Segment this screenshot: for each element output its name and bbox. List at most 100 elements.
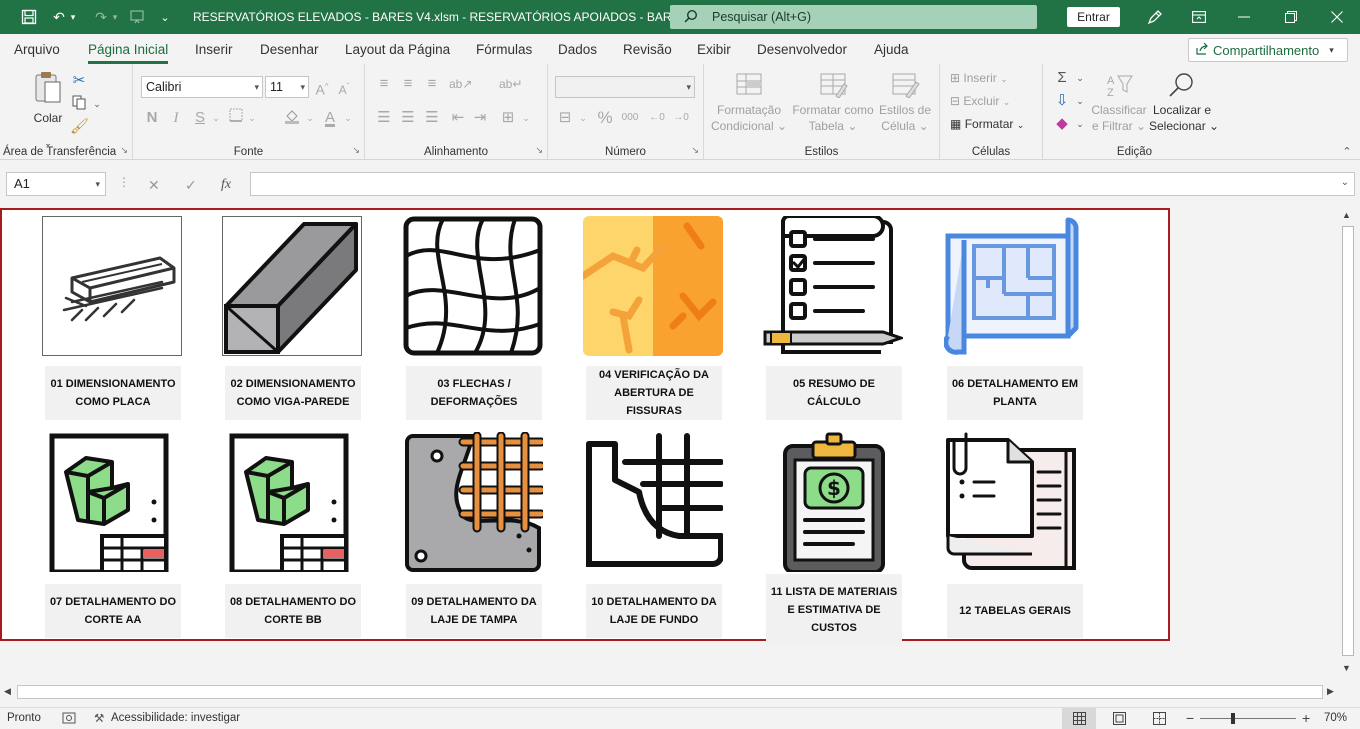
scroll-thumb[interactable] <box>1342 226 1354 656</box>
align-bottom-icon[interactable]: ≡ <box>423 74 441 94</box>
clear-dropdown-icon[interactable]: ⌄ <box>1071 114 1089 134</box>
conditional-formatting-button[interactable]: Formatação Condicional ⌄ <box>710 72 788 134</box>
autosum-dropdown-icon[interactable]: ⌄ <box>1071 68 1089 88</box>
find-select-button[interactable]: Localizar e Selecionar ⌄ <box>1149 72 1219 134</box>
decrease-indent-icon[interactable]: ⇤ <box>449 108 467 128</box>
tab-desenvolvedor[interactable]: Desenvolvedor <box>757 42 847 57</box>
fill-color-dropdown-icon[interactable]: ⌄ <box>301 108 319 128</box>
font-launcher-icon[interactable]: ↘ <box>352 145 360 156</box>
fill-icon[interactable]: ⇩ <box>1053 91 1071 111</box>
orientation-icon[interactable]: ab↗ <box>449 74 472 94</box>
italic-button[interactable]: I <box>167 108 185 128</box>
merge-center-icon[interactable]: ⊞ <box>499 108 517 128</box>
zoom-level[interactable]: 70% <box>1324 712 1347 724</box>
font-color-icon[interactable]: A <box>321 108 339 128</box>
accessibility-status[interactable]: Acessibilidade: investigar <box>111 712 240 724</box>
tab-ajuda[interactable]: Ajuda <box>874 42 909 57</box>
increase-decimal-icon[interactable]: ←0 <box>648 108 666 128</box>
ribbon-display-icon[interactable] <box>1186 0 1212 34</box>
align-right-icon[interactable]: ☰ <box>423 108 441 128</box>
undo-dropdown-icon[interactable]: ▾ <box>66 0 80 34</box>
delete-cells-button[interactable]: ⊟ Excluir ⌄ <box>950 93 1010 110</box>
currency-dropdown-icon[interactable]: ⌄ <box>574 108 592 128</box>
insert-cells-button[interactable]: ⊞ Inserir ⌄ <box>950 70 1008 87</box>
align-top-icon[interactable]: ≡ <box>375 74 393 94</box>
merge-dropdown-icon[interactable]: ⌄ <box>517 108 535 128</box>
currency-icon[interactable]: ⊟ <box>556 108 574 128</box>
normal-view-button[interactable] <box>1062 708 1096 729</box>
signin-button[interactable]: Entrar <box>1067 7 1120 27</box>
clipboard-launcher-icon[interactable]: ↘ <box>120 145 128 156</box>
number-format-select[interactable]: ▾ <box>555 76 695 98</box>
scroll-up-icon[interactable]: ▲ <box>1342 210 1351 220</box>
thousands-button[interactable]: 000 <box>618 108 642 128</box>
cancel-icon[interactable]: ✕ <box>148 177 160 194</box>
grow-font-icon[interactable]: A^ <box>313 77 331 98</box>
borders-dropdown-icon[interactable]: ⌄ <box>243 108 261 128</box>
tab-layout-da-pagina[interactable]: Layout da Página <box>345 42 450 57</box>
zoom-in-icon[interactable]: + <box>1302 710 1310 726</box>
collapse-ribbon-icon[interactable]: ⌃ <box>1338 142 1356 162</box>
bold-button[interactable]: N <box>143 108 161 128</box>
sort-filter-button[interactable]: AZ Classificar e Filtrar ⌄ <box>1089 72 1149 134</box>
font-name-select[interactable]: Calibri ▾ <box>141 76 263 98</box>
tab-dados[interactable]: Dados <box>558 42 597 57</box>
tab-arquivo[interactable]: Arquivo <box>14 42 60 57</box>
underline-dropdown-icon[interactable]: ⌄ <box>207 108 225 128</box>
restore-icon[interactable] <box>1278 0 1304 34</box>
search-input[interactable]: Pesquisar (Alt+G) <box>670 5 1037 29</box>
format-as-table-button[interactable]: Formatar como Tabela ⌄ <box>790 72 876 134</box>
accessibility-icon[interactable]: ⚒ <box>94 711 104 725</box>
increase-indent-icon[interactable]: ⇥ <box>471 108 489 128</box>
cut-icon[interactable]: ✂ <box>70 71 88 91</box>
align-left-icon[interactable]: ☰ <box>375 108 393 128</box>
wrap-text-icon[interactable]: ab↵ <box>499 74 522 94</box>
format-cells-button[interactable]: ▦ Formatar ⌄ <box>950 116 1024 133</box>
fill-dropdown-icon[interactable]: ⌄ <box>1071 91 1089 111</box>
copy-icon[interactable] <box>70 94 88 114</box>
minimize-icon[interactable] <box>1231 0 1257 34</box>
align-middle-icon[interactable]: ≡ <box>399 74 417 94</box>
tab-pagina-inicial[interactable]: Página Inicial <box>88 42 169 64</box>
font-size-select[interactable]: 11 ▾ <box>265 76 309 98</box>
clear-icon[interactable]: ◆ <box>1053 114 1071 134</box>
shrink-font-icon[interactable]: Aˇ <box>335 77 353 97</box>
tab-exibir[interactable]: Exibir <box>697 42 731 57</box>
number-launcher-icon[interactable]: ↘ <box>691 145 699 156</box>
vertical-scrollbar[interactable]: ▲ ▼ <box>1338 208 1360 678</box>
scroll-right-icon[interactable]: ▶ <box>1327 686 1334 697</box>
name-box[interactable]: A1 ▾ <box>6 172 106 196</box>
alignment-launcher-icon[interactable]: ↘ <box>535 145 543 156</box>
save-icon[interactable] <box>16 0 42 34</box>
insert-function-button[interactable]: fx <box>221 177 231 193</box>
align-center-icon[interactable]: ☰ <box>399 108 417 128</box>
page-layout-view-icon[interactable] <box>1113 712 1126 728</box>
scroll-down-icon[interactable]: ▼ <box>1342 663 1351 673</box>
copy-dropdown-icon[interactable]: ⌄ <box>88 94 106 114</box>
designer-pen-icon[interactable] <box>1142 0 1168 34</box>
zoom-slider[interactable] <box>1200 718 1296 719</box>
close-icon[interactable] <box>1324 0 1350 34</box>
autosum-icon[interactable]: Σ <box>1053 68 1071 88</box>
touch-mode-icon[interactable] <box>124 0 150 34</box>
decrease-decimal-icon[interactable]: →0 <box>672 108 690 128</box>
tab-desenhar[interactable]: Desenhar <box>260 42 319 57</box>
cell-styles-button[interactable]: Estilos de Célula ⌄ <box>876 72 934 134</box>
format-painter-icon[interactable]: 🖌 <box>70 117 89 137</box>
formula-input[interactable]: ⌄ <box>250 172 1355 196</box>
scroll-left-icon[interactable]: ◀ <box>4 686 11 697</box>
zoom-out-icon[interactable]: − <box>1186 710 1194 726</box>
expand-formula-icon[interactable]: ⌄ <box>1341 177 1349 188</box>
customize-toolbar-icon[interactable]: ⌄ <box>152 0 178 34</box>
paste-button[interactable]: Colar <box>30 70 66 126</box>
scroll-track[interactable] <box>17 685 1323 699</box>
share-button[interactable]: Compartilhamento ▾ <box>1188 38 1348 62</box>
enter-icon[interactable]: ✓ <box>185 177 197 194</box>
horizontal-scrollbar[interactable]: ◀ ▶ <box>0 684 1340 701</box>
tab-revisao[interactable]: Revisão <box>623 42 672 57</box>
font-color-dropdown-icon[interactable]: ⌄ <box>339 108 357 128</box>
percent-button[interactable]: % <box>596 108 614 128</box>
tab-inserir[interactable]: Inserir <box>195 42 233 57</box>
fill-color-icon[interactable] <box>283 108 301 128</box>
redo-dropdown-icon[interactable]: ▾ <box>108 0 122 34</box>
